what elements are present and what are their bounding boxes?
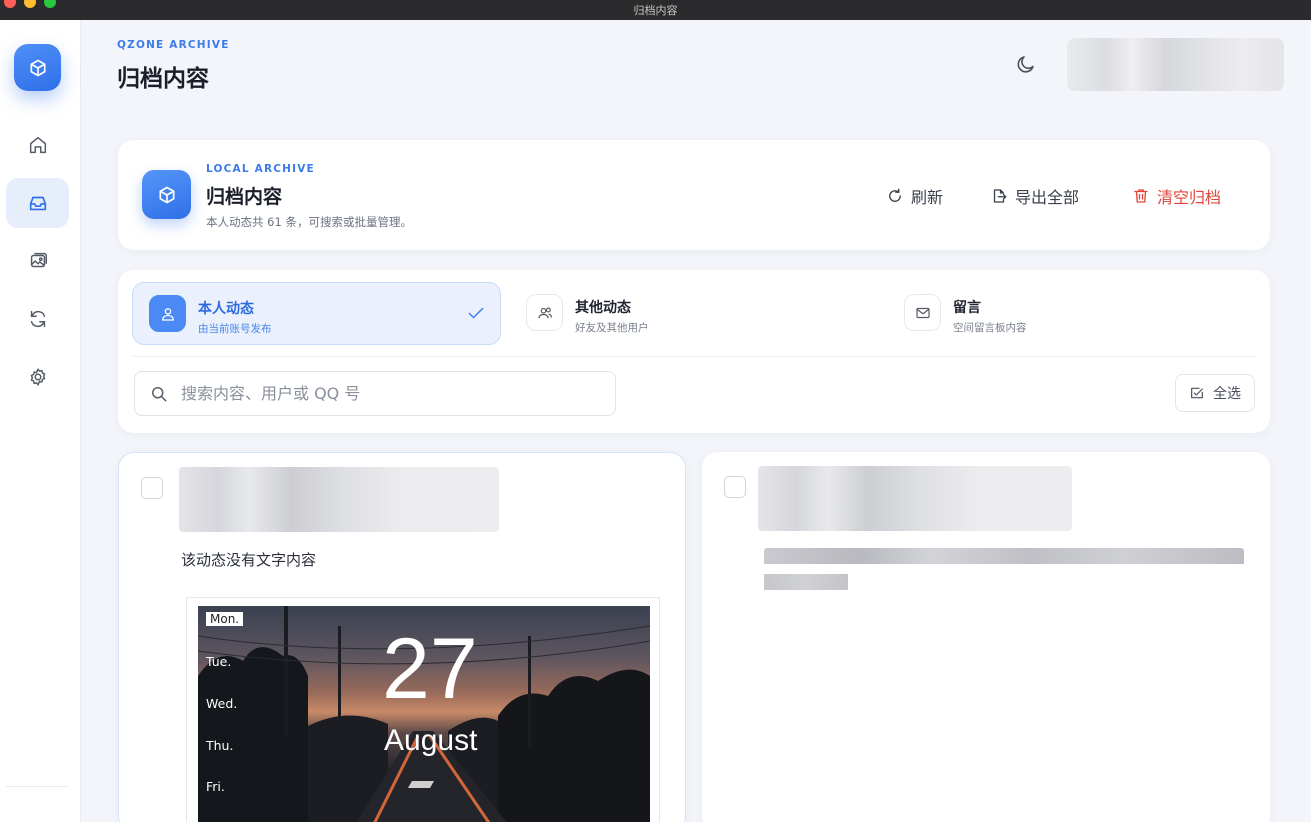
- sidebar-item-home[interactable]: [6, 120, 69, 170]
- post-card[interactable]: 该动态没有文字内容 Mon. Tue. Wed. Thu. Fri. 27 Au…: [118, 452, 686, 822]
- refresh-icon: [889, 188, 901, 202]
- close-window-button[interactable]: [4, 0, 16, 8]
- tab-other-posts[interactable]: 其他动态 好友及其他用户: [510, 282, 879, 345]
- users-icon: [537, 307, 552, 318]
- filter-card: 本人动态 由当前账号发布 其他动态 好友及其他用户 留言 空间留言板内容 搜索内…: [118, 270, 1270, 433]
- refresh-icon: [30, 310, 45, 328]
- search-icon: [152, 386, 167, 401]
- search-input[interactable]: [181, 384, 611, 403]
- tab-own-posts[interactable]: 本人动态 由当前账号发布: [132, 282, 501, 345]
- checkbox-icon: [1191, 387, 1203, 399]
- inbox-icon: [29, 196, 46, 211]
- moon-icon[interactable]: [1014, 52, 1038, 76]
- tab-messages[interactable]: 留言 空间留言板内容: [888, 282, 1257, 345]
- post-image[interactable]: Mon. Tue. Wed. Thu. Fri. 27 August: [186, 597, 660, 822]
- select-all-button[interactable]: 全选: [1175, 374, 1255, 412]
- window-titlebar: 归档内容: [0, 0, 1311, 20]
- post-checkbox[interactable]: [724, 476, 746, 498]
- header-eyebrow: QZONE ARCHIVE: [117, 39, 230, 51]
- calendar-month: August: [384, 724, 478, 757]
- export-icon: [993, 189, 1007, 203]
- archive-title: 归档内容: [206, 186, 283, 208]
- post-photo: Mon. Tue. Wed. Thu. Fri. 27 August: [198, 606, 650, 822]
- tab-messages-icon-badge: [904, 294, 941, 331]
- sidebar-divider: [6, 786, 69, 787]
- trash-icon: [1134, 189, 1148, 203]
- calendar-day-thu: Thu.: [206, 738, 234, 753]
- check-icon: [468, 307, 484, 319]
- archive-summary-card: LOCAL ARCHIVE 归档内容 本人动态共 61 条，可搜索或批量管理。 …: [118, 140, 1270, 250]
- archive-icon-badge: [142, 170, 191, 219]
- cube-icon: [30, 59, 46, 76]
- calendar-day-fri: Fri.: [206, 779, 225, 794]
- tab-messages-subtitle: 空间留言板内容: [953, 322, 1027, 334]
- tab-own-posts-subtitle: 由当前账号发布: [198, 323, 272, 335]
- clear-archive-button[interactable]: 清空归档: [1132, 184, 1221, 208]
- refresh-label: 刷新: [911, 188, 944, 207]
- home-icon: [29, 136, 46, 154]
- tab-other-posts-subtitle: 好友及其他用户: [575, 322, 649, 334]
- tab-other-posts-icon-badge: [526, 294, 563, 331]
- sidebar-item-gallery[interactable]: [6, 236, 69, 286]
- export-all-label: 导出全部: [1015, 188, 1080, 207]
- select-all-label: 全选: [1213, 386, 1241, 402]
- sidebar: [0, 20, 81, 822]
- image-icon: [30, 252, 47, 268]
- mail-icon: [915, 307, 930, 318]
- minimize-window-button[interactable]: [24, 0, 36, 8]
- tab-own-posts-icon-badge: [149, 295, 186, 332]
- export-all-button[interactable]: 导出全部: [990, 184, 1079, 208]
- post-checkbox[interactable]: [141, 477, 163, 499]
- archive-eyebrow: LOCAL ARCHIVE: [206, 163, 315, 175]
- window-title: 归档内容: [633, 4, 678, 17]
- sidebar-item-sync[interactable]: [6, 294, 69, 344]
- user-profile-redacted[interactable]: [1067, 38, 1284, 91]
- post-author-redacted: [179, 467, 499, 532]
- post-card[interactable]: [702, 452, 1270, 822]
- calendar-date: 27: [382, 621, 478, 717]
- zoom-window-button[interactable]: [44, 0, 56, 8]
- clear-archive-label: 清空归档: [1157, 188, 1222, 207]
- gear-icon: [30, 368, 45, 386]
- filter-divider: [132, 356, 1256, 357]
- refresh-button[interactable]: 刷新: [886, 184, 943, 208]
- search-box[interactable]: [134, 371, 616, 416]
- calendar-day-wed: Wed.: [206, 696, 238, 711]
- calendar-day-mon: Mon.: [206, 612, 244, 626]
- tab-messages-title: 留言: [953, 300, 981, 316]
- calendar-day-tue: Tue.: [206, 654, 232, 669]
- archive-description: 本人动态共 61 条，可搜索或批量管理。: [206, 215, 412, 229]
- sidebar-item-settings[interactable]: [6, 352, 69, 402]
- cube-icon: [159, 186, 174, 203]
- post-text: 该动态没有文字内容: [181, 551, 317, 569]
- tab-other-posts-title: 其他动态: [575, 300, 631, 316]
- user-icon: [161, 307, 174, 321]
- post-author-redacted: [758, 466, 1072, 531]
- window-controls: [4, 0, 56, 8]
- page-title: 归档内容: [117, 66, 209, 92]
- app-logo[interactable]: [14, 44, 61, 91]
- post-text-redacted: [764, 548, 1244, 592]
- sidebar-item-archive[interactable]: [6, 178, 69, 228]
- tab-own-posts-title: 本人动态: [198, 301, 254, 317]
